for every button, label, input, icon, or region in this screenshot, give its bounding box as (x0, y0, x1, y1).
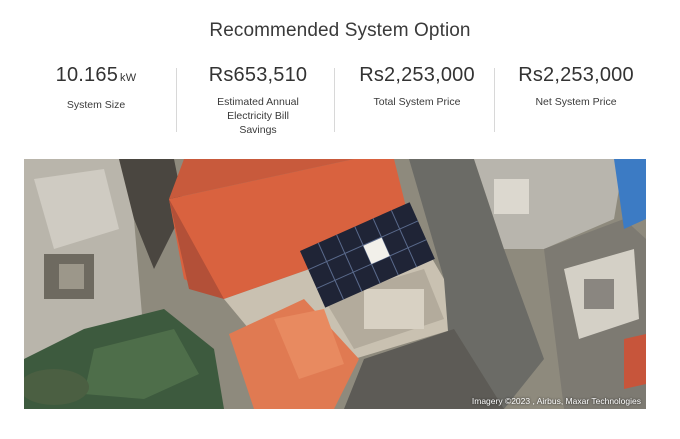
satellite-image (24, 159, 646, 409)
divider (176, 68, 177, 132)
divider (494, 68, 495, 132)
stat-value: 10.165 kW (55, 64, 137, 86)
stat-label: Estimated Annual Electricity Bill Saving… (217, 96, 299, 136)
map-attribution: Imagery ©2023 , Airbus, Maxar Technologi… (471, 396, 641, 406)
stat-label: System Size (66, 99, 126, 111)
stat-label: Net System Price (535, 96, 617, 108)
divider (334, 68, 335, 132)
page-title: Recommended System Option (209, 20, 471, 41)
stat-total-price: Rs2,253,000 Total System Price (342, 62, 492, 132)
stat-net-price: Rs2,253,000 Net System Price (498, 62, 654, 132)
stat-value: Rs653,510 (208, 64, 308, 86)
stat-value: Rs2,253,000 (359, 64, 475, 86)
stat-annual-savings: Rs653,510 Estimated Annual Electricity B… (188, 62, 328, 136)
stats-row: 10.165 kW System Size Rs653,510 Estimated… (20, 62, 660, 136)
stat-label: Total System Price (373, 96, 461, 108)
stat-system-size: 10.165 kW System Size (20, 62, 172, 132)
satellite-map[interactable]: Imagery ©2023 , Airbus, Maxar Technologi… (24, 159, 646, 409)
stat-value: Rs2,253,000 (518, 64, 634, 86)
